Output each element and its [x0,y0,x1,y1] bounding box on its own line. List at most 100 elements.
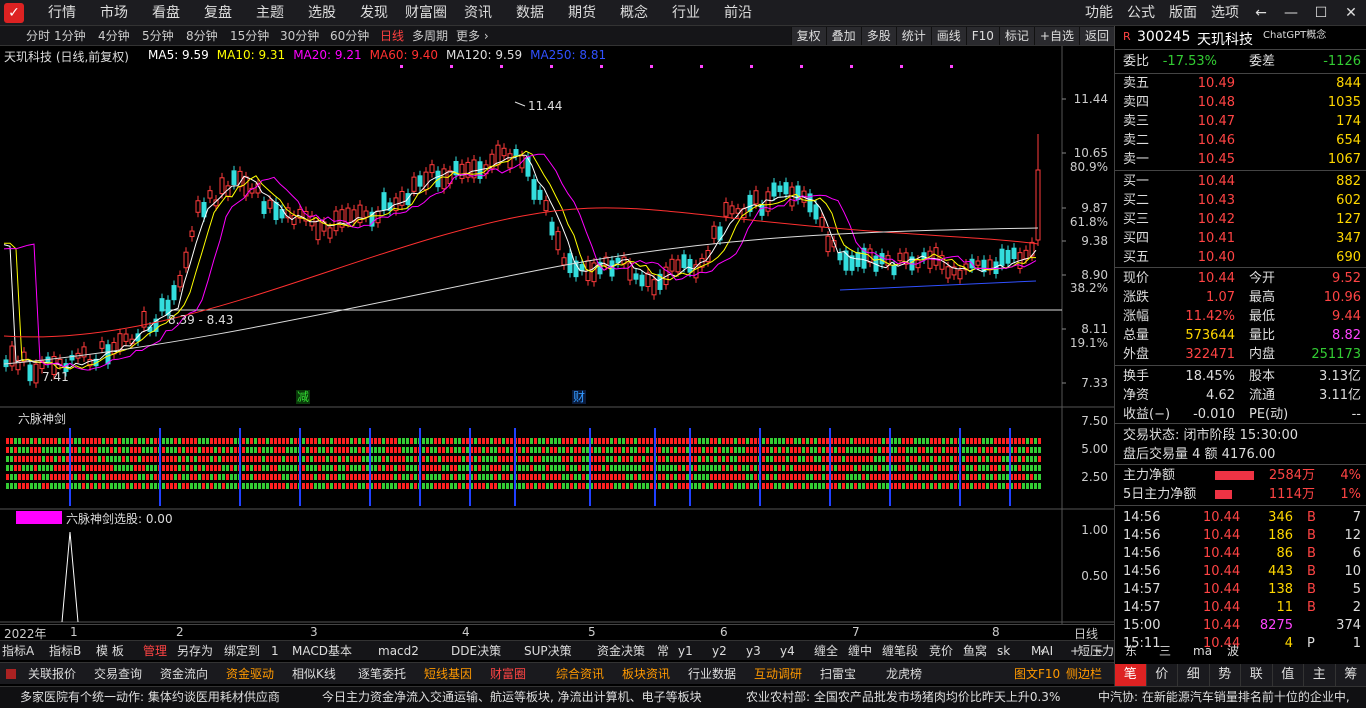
close-icon[interactable]: ✕ [1336,0,1366,26]
indicator-tab[interactable]: 指标B [49,641,81,661]
kline-chart-svg[interactable]: 11.4410.659.879.388.908.117.3380.9%61.8%… [0,46,1114,624]
tabs-prev-icon[interactable]: ‹ [1040,641,1045,661]
toolbar-button[interactable]: 画线 [930,27,966,45]
news-headline[interactable]: 多家医院有个统一动作: 集体约谈医用耗材供应商 [20,687,280,707]
indicator-tab[interactable]: 缠全 [814,641,838,661]
function-tab[interactable]: 财富圈 [490,665,526,683]
period-tab[interactable]: 5分钟 [142,26,174,46]
right-panel-tab[interactable]: 联 [1240,664,1272,686]
toolbar-button[interactable]: 叠加 [825,27,861,45]
toolbar-button[interactable]: 多股 [860,27,896,45]
indicator-tab[interactable]: SUP决策 [524,641,572,661]
indicator-tab[interactable]: ma [1193,641,1212,661]
menu-item[interactable]: 发现 [348,0,400,26]
toolbar-button[interactable]: +自选 [1033,27,1079,45]
indicator-tab[interactable]: sk [997,641,1010,661]
tabs-remove-icon[interactable]: − [1094,641,1104,661]
toolbar-button[interactable]: 标记 [998,27,1034,45]
period-tab[interactable]: 1分钟 [54,26,86,46]
period-tab[interactable]: 30分钟 [280,26,319,46]
period-tab[interactable]: 60分钟 [330,26,369,46]
period-tab[interactable]: 15分钟 [230,26,269,46]
menu-right-item[interactable]: 功能 [1078,0,1120,26]
news-headline[interactable]: 农业农村部: 全国农产品批发市场猪肉均价比昨天上升0.3% [746,687,1060,707]
concept-tag[interactable]: ChatGPT概念 [1263,26,1326,41]
menu-item[interactable]: 概念 [608,0,660,26]
menu-item[interactable]: 选股 [296,0,348,26]
indicator-tab[interactable]: 东财 [1125,641,1137,678]
indicator-tab[interactable]: 模 板 [96,641,124,661]
news-headline[interactable]: 中汽协: 在新能源汽车销量排名前十位的企业中, [1098,687,1350,707]
menu-item[interactable]: 期货 [556,0,608,26]
news-headline[interactable]: 今日主力资金净流入交通运输、航运等板块, 净流出计算机、电子等板块 [322,687,702,707]
right-panel-tab[interactable]: 价 [1145,664,1178,686]
function-tab[interactable]: 综合资讯 [556,665,604,683]
toolbar-button[interactable]: 统计 [895,27,931,45]
period-tab[interactable]: 4分钟 [98,26,130,46]
function-tab[interactable]: 相似K线 [292,665,336,683]
function-tab[interactable]: 资金流向 [160,665,208,683]
menu-item[interactable]: 数据 [504,0,556,26]
function-tab[interactable]: 交易查询 [94,665,142,683]
back-icon[interactable]: ← [1246,0,1276,26]
menu-item[interactable]: 财富圈 [400,0,452,26]
right-panel-tab[interactable]: 主 [1303,664,1335,686]
function-tab[interactable]: 互动调研 [754,665,802,683]
right-panel-tab[interactable]: 值 [1271,664,1304,686]
function-tab[interactable]: 扫雷宝 [820,665,856,683]
function-tab[interactable]: 龙虎榜 [886,665,922,683]
toolbar-button[interactable]: F10 [965,27,999,45]
menu-item[interactable]: 行情 [36,0,88,26]
indicator-tab[interactable]: 波段 [1227,641,1239,678]
menu-right-item[interactable]: 版面 [1162,0,1204,26]
indicator-tab[interactable]: 竞价 [929,641,953,661]
period-tab[interactable]: 更多 › [456,26,489,46]
function-tab[interactable]: 逐笔委托 [358,665,406,683]
right-panel-tab[interactable]: 笔 [1114,664,1146,686]
function-tab[interactable]: 资金驱动 [226,665,274,683]
indicator-tab[interactable]: 缠中 [848,641,872,661]
maximize-icon[interactable]: ☐ [1306,0,1336,26]
function-tab[interactable]: 侧边栏 [1066,665,1102,683]
toolbar-button[interactable]: 返回 [1078,27,1114,45]
indicator-tab[interactable]: 绑定到 [224,641,260,661]
right-panel-tab[interactable]: 细 [1177,664,1209,686]
toolbar-button[interactable]: 复权 [790,27,826,45]
minimize-icon[interactable]: — [1276,0,1306,26]
period-tab[interactable]: 日线 [380,26,404,46]
indicator-tab[interactable]: 另存为 [177,641,213,661]
menu-item[interactable]: 主题 [244,0,296,26]
menu-right-item[interactable]: 选项 [1204,0,1246,26]
indicator-tab[interactable]: y3 [746,641,761,661]
menu-item[interactable]: 资讯 [452,0,504,26]
indicator-tab[interactable]: y1 [678,641,693,661]
menu-item[interactable]: 市场 [88,0,140,26]
period-tab[interactable]: 8分钟 [186,26,218,46]
indicator-tab[interactable]: 常 [657,641,669,661]
menu-item[interactable]: 复盘 [192,0,244,26]
menu-item[interactable]: 前沿 [712,0,764,26]
chart-area[interactable]: 11.44 10.65 9.87 9.38 8.90 8.11 7.33 80.9% 61.8%… [0,46,1114,624]
tabs-add-icon[interactable]: + [1070,641,1080,661]
function-tab[interactable]: 行业数据 [688,665,736,683]
period-tab[interactable]: 分时 [26,26,50,46]
indicator-tab[interactable]: MACD基本 [292,641,352,661]
indicator-tab[interactable]: 鱼窝 [963,641,987,661]
indicator-tab[interactable]: 缠笔段 [882,641,918,661]
function-tab[interactable]: 关联报价 [28,665,76,683]
menu-item[interactable]: 行业 [660,0,712,26]
indicator-tab[interactable]: DDE决策 [451,641,501,661]
function-tab[interactable]: 短线基因 [424,665,472,683]
indicator-tab[interactable]: 1 [271,641,279,661]
right-panel-tab[interactable]: 筹 [1334,664,1366,686]
function-tab[interactable]: 板块资讯 [622,665,670,683]
function-tab[interactable]: 图文F10 [1014,665,1060,683]
indicator-tab[interactable]: 指标A [2,641,34,661]
sidebar-toggle-button[interactable] [6,669,16,679]
app-logo[interactable]: ✓ [4,3,24,23]
indicator-tab[interactable]: macd2 [378,641,419,661]
indicator-tab[interactable]: y4 [780,641,795,661]
right-panel-tab[interactable]: 势 [1208,664,1241,686]
indicator-tab[interactable]: 管理 [143,641,167,661]
indicator-tab[interactable]: 资金决策 [597,641,645,661]
